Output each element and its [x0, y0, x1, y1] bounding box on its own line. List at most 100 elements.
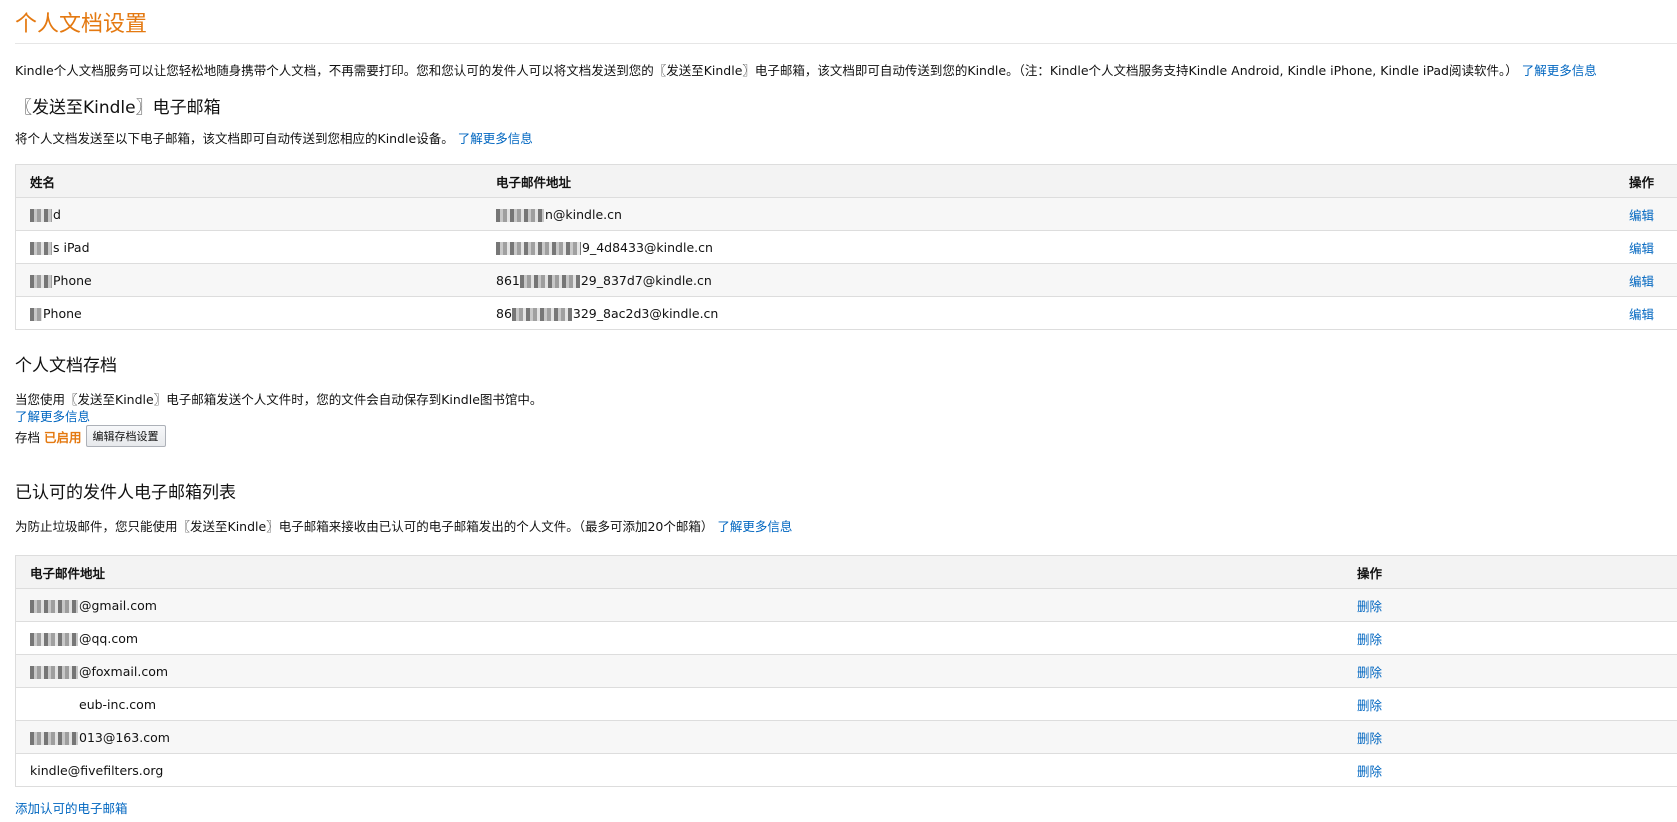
delete-link[interactable]: 删除: [1357, 665, 1382, 680]
device-email: 29_837d7@kindle.cn: [580, 272, 712, 288]
table-header-row: 姓名 电子邮件地址 操作: [15, 164, 1677, 198]
intro-learn-more-link[interactable]: 了解更多信息: [1522, 63, 1597, 78]
device-email-cell: 86 329_8ac2d3@kindle.cn: [482, 296, 1615, 330]
title-divider: [15, 43, 1677, 44]
device-name: Phone: [53, 272, 92, 288]
device-name-cell: Phone: [15, 263, 482, 297]
redacted-mask: [30, 665, 78, 679]
table-row: Phone 86 329_8ac2d3@kindle.cn 编辑: [15, 296, 1677, 330]
archive-learn-more-link[interactable]: 了解更多信息: [15, 409, 90, 424]
table-header-row: 电子邮件地址 操作: [15, 555, 1677, 589]
archive-heading: 个人文档存档: [15, 356, 117, 376]
redacted-mask: [30, 241, 52, 255]
action-cell: 删除: [1343, 720, 1677, 754]
delete-link[interactable]: 删除: [1357, 731, 1382, 746]
redacted-mask: [511, 307, 572, 321]
device-email: 329_8ac2d3@kindle.cn: [572, 305, 719, 321]
device-email: n@kindle.cn: [545, 206, 622, 222]
device-name: Phone: [43, 305, 82, 321]
edit-link[interactable]: 编辑: [1629, 307, 1654, 322]
device-email-cell: 861 29_837d7@kindle.cn: [482, 263, 1615, 297]
kindle-devices-table: 姓名 电子邮件地址 操作 d n@kindle.cn 编辑 s iPad 9_4…: [15, 164, 1677, 330]
action-cell: 编辑: [1615, 263, 1677, 297]
action-cell: 删除: [1343, 588, 1677, 622]
device-name: d: [53, 206, 61, 222]
archive-learn-more: 了解更多信息: [15, 406, 90, 425]
approved-senders-heading: 已认可的发件人电子邮箱列表: [15, 483, 236, 503]
send-to-kindle-description-text: 将个人文档发送至以下电子邮箱，该文档即可自动传送到您相应的Kindle设备。: [15, 131, 454, 146]
device-email-cell: n@kindle.cn: [482, 197, 1615, 231]
approved-senders-description-text: 为防止垃圾邮件，您只能使用〖发送至Kindle〗电子邮箱来接收由已认可的电子邮箱…: [15, 519, 714, 534]
column-header-email: 电子邮件地址: [15, 555, 1343, 589]
device-name-cell: d: [15, 197, 482, 231]
approved-senders-table: 电子邮件地址 操作 @gmail.com 删除 @qq.com 删除 @foxm…: [15, 555, 1677, 787]
sender-email: @gmail.com: [79, 597, 157, 613]
edit-archive-settings-button[interactable]: 编辑存档设置: [85, 425, 166, 447]
sender-email-cell: @foxmail.com: [15, 654, 1343, 688]
action-cell: 编辑: [1615, 197, 1677, 231]
sender-email: kindle@fivefilters.org: [30, 762, 164, 778]
archive-description: 当您使用〖发送至Kindle〗电子邮箱发送个人文件时，您的文件会自动保存到Kin…: [15, 392, 543, 407]
send-to-kindle-description: 将个人文档发送至以下电子邮箱，该文档即可自动传送到您相应的Kindle设备。 了…: [15, 128, 533, 147]
delete-link[interactable]: 删除: [1357, 632, 1382, 647]
redacted-mask: [30, 274, 52, 288]
add-approved-email-link[interactable]: 添加认可的电子邮箱: [15, 801, 128, 816]
edit-link[interactable]: 编辑: [1629, 274, 1654, 289]
table-row: d n@kindle.cn 编辑: [15, 197, 1677, 231]
sender-email: @qq.com: [79, 630, 139, 646]
archive-label: 存档: [15, 429, 41, 445]
sender-email: @foxmail.com: [79, 663, 169, 679]
redacted-mask: [30, 698, 78, 712]
table-row: s iPad 9_4d8433@kindle.cn 编辑: [15, 230, 1677, 264]
column-header-email: 电子邮件地址: [482, 164, 1615, 198]
redacted-mask: [30, 307, 42, 321]
archive-status-line: 存档 已启用 编辑存档设置: [15, 425, 166, 447]
table-row: eub-inc.com 删除: [15, 687, 1677, 721]
action-cell: 删除: [1343, 654, 1677, 688]
edit-link[interactable]: 编辑: [1629, 241, 1654, 256]
column-header-action: 操作: [1615, 164, 1677, 198]
action-cell: 删除: [1343, 753, 1677, 787]
redacted-mask: [30, 599, 78, 613]
table-row: @qq.com 删除: [15, 621, 1677, 655]
action-cell: 删除: [1343, 687, 1677, 721]
action-cell: 编辑: [1615, 230, 1677, 264]
redacted-mask: [519, 274, 580, 288]
sender-email: eub-inc.com: [79, 696, 156, 712]
redacted-mask: [496, 208, 544, 222]
table-row: @foxmail.com 删除: [15, 654, 1677, 688]
delete-link[interactable]: 删除: [1357, 764, 1382, 779]
table-row: kindle@fivefilters.org 删除: [15, 753, 1677, 787]
action-cell: 删除: [1343, 621, 1677, 655]
action-cell: 编辑: [1615, 296, 1677, 330]
redacted-mask: [496, 241, 581, 255]
sender-email-cell: kindle@fivefilters.org: [15, 753, 1343, 787]
device-name-cell: s iPad: [15, 230, 482, 264]
sender-email-cell: 013@163.com: [15, 720, 1343, 754]
column-header-action: 操作: [1343, 555, 1677, 589]
device-email-prefix: 861: [496, 272, 520, 288]
send-to-kindle-learn-more-link[interactable]: 了解更多信息: [458, 131, 533, 146]
sender-email-cell: eub-inc.com: [15, 687, 1343, 721]
edit-link[interactable]: 编辑: [1629, 208, 1654, 223]
device-email-prefix: 86: [496, 305, 512, 321]
redacted-mask: [30, 632, 78, 646]
sender-email-cell: @gmail.com: [15, 588, 1343, 622]
device-email-cell: 9_4d8433@kindle.cn: [482, 230, 1615, 264]
table-row: @gmail.com 删除: [15, 588, 1677, 622]
sender-email: 013@163.com: [79, 729, 170, 745]
table-row: Phone 861 29_837d7@kindle.cn 编辑: [15, 263, 1677, 297]
approved-senders-description: 为防止垃圾邮件，您只能使用〖发送至Kindle〗电子邮箱来接收由已认可的电子邮箱…: [15, 516, 792, 535]
send-to-kindle-heading: 〖发送至Kindle〗电子邮箱: [15, 98, 221, 118]
intro-paragraph: Kindle个人文档服务可以让您轻松地随身携带个人文档，不再需要打印。您和您认可…: [15, 60, 1597, 79]
redacted-mask: [30, 731, 78, 745]
redacted-mask: [30, 208, 52, 222]
approved-senders-learn-more-link[interactable]: 了解更多信息: [717, 519, 792, 534]
intro-text: Kindle个人文档服务可以让您轻松地随身携带个人文档，不再需要打印。您和您认可…: [15, 63, 1518, 78]
add-approved-email: 添加认可的电子邮箱: [15, 798, 128, 817]
column-header-name: 姓名: [15, 164, 482, 198]
sender-email-cell: @qq.com: [15, 621, 1343, 655]
device-name-cell: Phone: [15, 296, 482, 330]
delete-link[interactable]: 删除: [1357, 698, 1382, 713]
delete-link[interactable]: 删除: [1357, 599, 1382, 614]
